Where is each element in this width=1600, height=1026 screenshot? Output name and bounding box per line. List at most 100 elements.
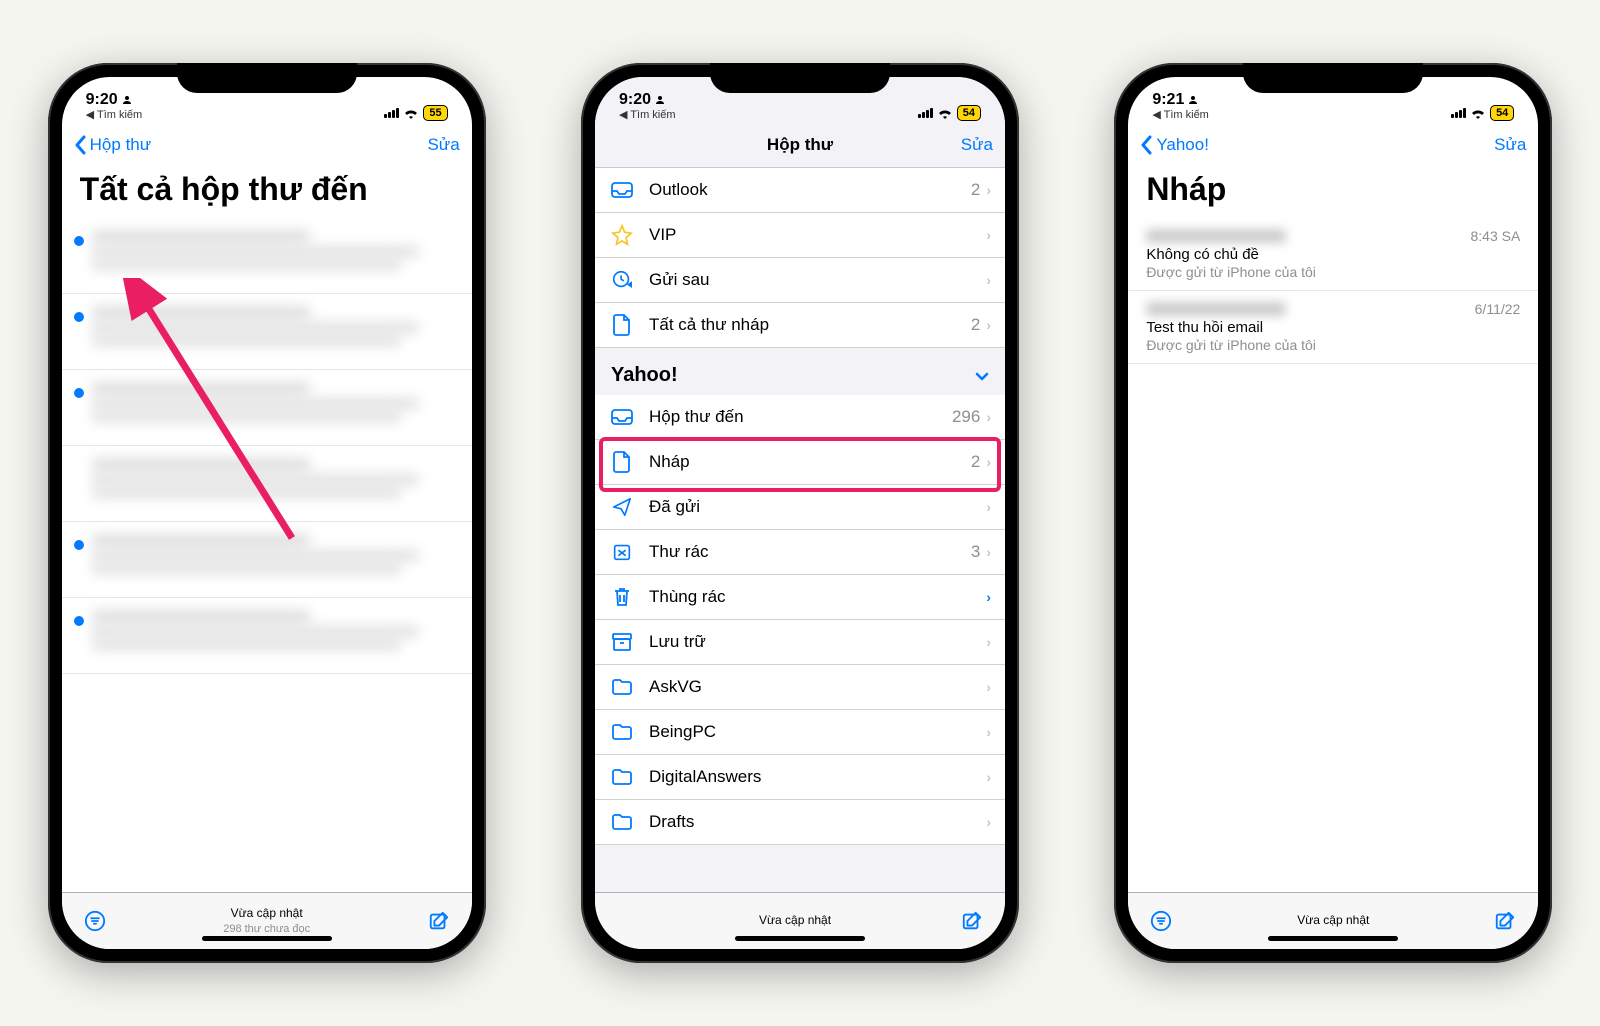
back-button[interactable]: Hộp thư bbox=[74, 135, 151, 155]
doc-icon bbox=[609, 451, 635, 473]
chevron-right-icon: › bbox=[986, 814, 991, 830]
draft-sender bbox=[1146, 229, 1286, 243]
section-header-yahoo[interactable]: Yahoo! bbox=[595, 348, 1005, 395]
archive-icon bbox=[609, 631, 635, 653]
row-label: DigitalAnswers bbox=[649, 767, 986, 787]
page-title: Nháp bbox=[1128, 167, 1538, 218]
compose-button[interactable] bbox=[1494, 910, 1516, 932]
battery-indicator: 54 bbox=[957, 105, 981, 121]
draft-subject: Không có chủ đề bbox=[1146, 246, 1520, 263]
section-label: Yahoo! bbox=[611, 364, 678, 387]
inbox-list[interactable] bbox=[62, 218, 472, 892]
breadcrumb-back[interactable]: ◀ Tìm kiếm bbox=[1152, 109, 1209, 121]
edit-button[interactable]: Sửa bbox=[427, 135, 459, 155]
mailbox-row-lưu-trữ[interactable]: Lưu trữ› bbox=[595, 620, 1005, 665]
draft-item[interactable]: 8:43 SAKhông có chủ đềĐược gửi từ iPhone… bbox=[1128, 218, 1538, 291]
mailbox-row-drafts[interactable]: Drafts› bbox=[595, 800, 1005, 845]
unread-dot-icon bbox=[74, 236, 84, 246]
chevron-right-icon: › bbox=[986, 679, 991, 695]
row-label: Nháp bbox=[649, 452, 971, 472]
filter-button[interactable] bbox=[1150, 910, 1172, 932]
wifi-icon bbox=[403, 107, 419, 119]
mailbox-row-digitalanswers[interactable]: DigitalAnswers› bbox=[595, 755, 1005, 800]
notch bbox=[1243, 63, 1423, 93]
row-label: VIP bbox=[649, 225, 986, 245]
mail-item[interactable] bbox=[62, 446, 472, 522]
mailbox-row-nháp[interactable]: Nháp2› bbox=[595, 440, 1005, 485]
mail-item[interactable] bbox=[62, 522, 472, 598]
home-indicator[interactable] bbox=[735, 936, 865, 941]
nav-title: Hộp thư bbox=[595, 135, 1005, 155]
mailbox-list[interactable]: Outlook2›VIP›Gửi sau›Tất cả thư nháp2› Y… bbox=[595, 168, 1005, 892]
star-icon bbox=[609, 224, 635, 246]
mailbox-row-đã-gửi[interactable]: Đã gửi› bbox=[595, 485, 1005, 530]
drafts-list[interactable]: 8:43 SAKhông có chủ đềĐược gửi từ iPhone… bbox=[1128, 218, 1538, 892]
chevron-right-icon: › bbox=[986, 227, 991, 243]
home-indicator[interactable] bbox=[202, 936, 332, 941]
location-person-icon bbox=[121, 94, 133, 106]
screen-1: 9:20 ◀ Tìm kiếm 55 Hộp thư Sửa Tất cả hộ… bbox=[62, 77, 472, 949]
compose-button[interactable] bbox=[428, 910, 450, 932]
toolbar-substatus: 298 thư chưa đọc bbox=[223, 922, 310, 936]
mailbox-row-askvg[interactable]: AskVG› bbox=[595, 665, 1005, 710]
page-title: Tất cả hộp thư đến bbox=[62, 167, 472, 218]
toolbar-status: Vừa cập nhật bbox=[223, 906, 310, 922]
chevron-right-icon: › bbox=[986, 272, 991, 288]
breadcrumb-back[interactable]: ◀ Tìm kiếm bbox=[86, 109, 143, 121]
home-indicator[interactable] bbox=[1268, 936, 1398, 941]
draft-item[interactable]: 6/11/22Test thu hồi emailĐược gửi từ iPh… bbox=[1128, 291, 1538, 364]
row-label: BeingPC bbox=[649, 722, 986, 742]
mailbox-row-beingpc[interactable]: BeingPC› bbox=[595, 710, 1005, 755]
chevron-down-icon bbox=[975, 371, 989, 381]
junk-icon bbox=[609, 541, 635, 563]
mail-item[interactable] bbox=[62, 598, 472, 674]
draft-time: 6/11/22 bbox=[1475, 301, 1521, 317]
row-label: Gửi sau bbox=[649, 270, 986, 290]
location-person-icon bbox=[654, 94, 666, 106]
status-time: 9:21 bbox=[1152, 91, 1184, 109]
mail-item[interactable] bbox=[62, 370, 472, 446]
wifi-icon bbox=[937, 107, 953, 119]
mail-item[interactable] bbox=[62, 218, 472, 294]
draft-sender bbox=[1146, 302, 1286, 316]
unread-dot-icon bbox=[74, 616, 84, 626]
chevron-right-icon: › bbox=[986, 499, 991, 515]
screen-2: 9:20 ◀ Tìm kiếm 54 Hộp thư Sửa Outlook2›… bbox=[595, 77, 1005, 949]
chevron-right-icon: › bbox=[986, 409, 991, 425]
row-count: 2 bbox=[971, 315, 980, 335]
mailbox-row-vip[interactable]: VIP› bbox=[595, 213, 1005, 258]
folder-icon bbox=[609, 811, 635, 833]
inbox-icon bbox=[609, 179, 635, 201]
mailbox-row-outlook[interactable]: Outlook2› bbox=[595, 168, 1005, 213]
back-label: Hộp thư bbox=[90, 135, 151, 155]
chevron-right-icon: › bbox=[986, 182, 991, 198]
mail-item[interactable] bbox=[62, 294, 472, 370]
doc-icon bbox=[609, 314, 635, 336]
mailbox-row-tất-cả-thư-nháp[interactable]: Tất cả thư nháp2› bbox=[595, 303, 1005, 348]
unread-dot-icon bbox=[74, 388, 84, 398]
signal-icon bbox=[384, 108, 399, 118]
mailbox-row-thư-rác[interactable]: Thư rác3› bbox=[595, 530, 1005, 575]
back-label: Yahoo! bbox=[1156, 135, 1209, 155]
filter-button[interactable] bbox=[84, 910, 106, 932]
status-time: 9:20 bbox=[619, 91, 651, 109]
breadcrumb-back[interactable]: ◀ Tìm kiếm bbox=[619, 109, 676, 121]
row-label: Lưu trữ bbox=[649, 632, 986, 652]
mailbox-row-gửi-sau[interactable]: Gửi sau› bbox=[595, 258, 1005, 303]
unread-dot-icon bbox=[74, 540, 84, 550]
edit-button[interactable]: Sửa bbox=[1494, 135, 1526, 155]
back-button[interactable]: Yahoo! bbox=[1140, 135, 1209, 155]
mailbox-row-hộp-thư-đến[interactable]: Hộp thư đến296› bbox=[595, 395, 1005, 440]
notch bbox=[177, 63, 357, 93]
row-label: Drafts bbox=[649, 812, 986, 832]
sent-icon bbox=[609, 496, 635, 518]
chevron-right-icon: › bbox=[986, 454, 991, 470]
folder-icon bbox=[609, 721, 635, 743]
edit-button[interactable]: Sửa bbox=[961, 135, 993, 155]
row-label: Thư rác bbox=[649, 542, 971, 562]
draft-preview: Được gửi từ iPhone của tôi bbox=[1146, 337, 1520, 353]
signal-icon bbox=[918, 108, 933, 118]
mailbox-row-thùng-rác[interactable]: Thùng rác› bbox=[595, 575, 1005, 620]
compose-button[interactable] bbox=[961, 910, 983, 932]
row-label: AskVG bbox=[649, 677, 986, 697]
